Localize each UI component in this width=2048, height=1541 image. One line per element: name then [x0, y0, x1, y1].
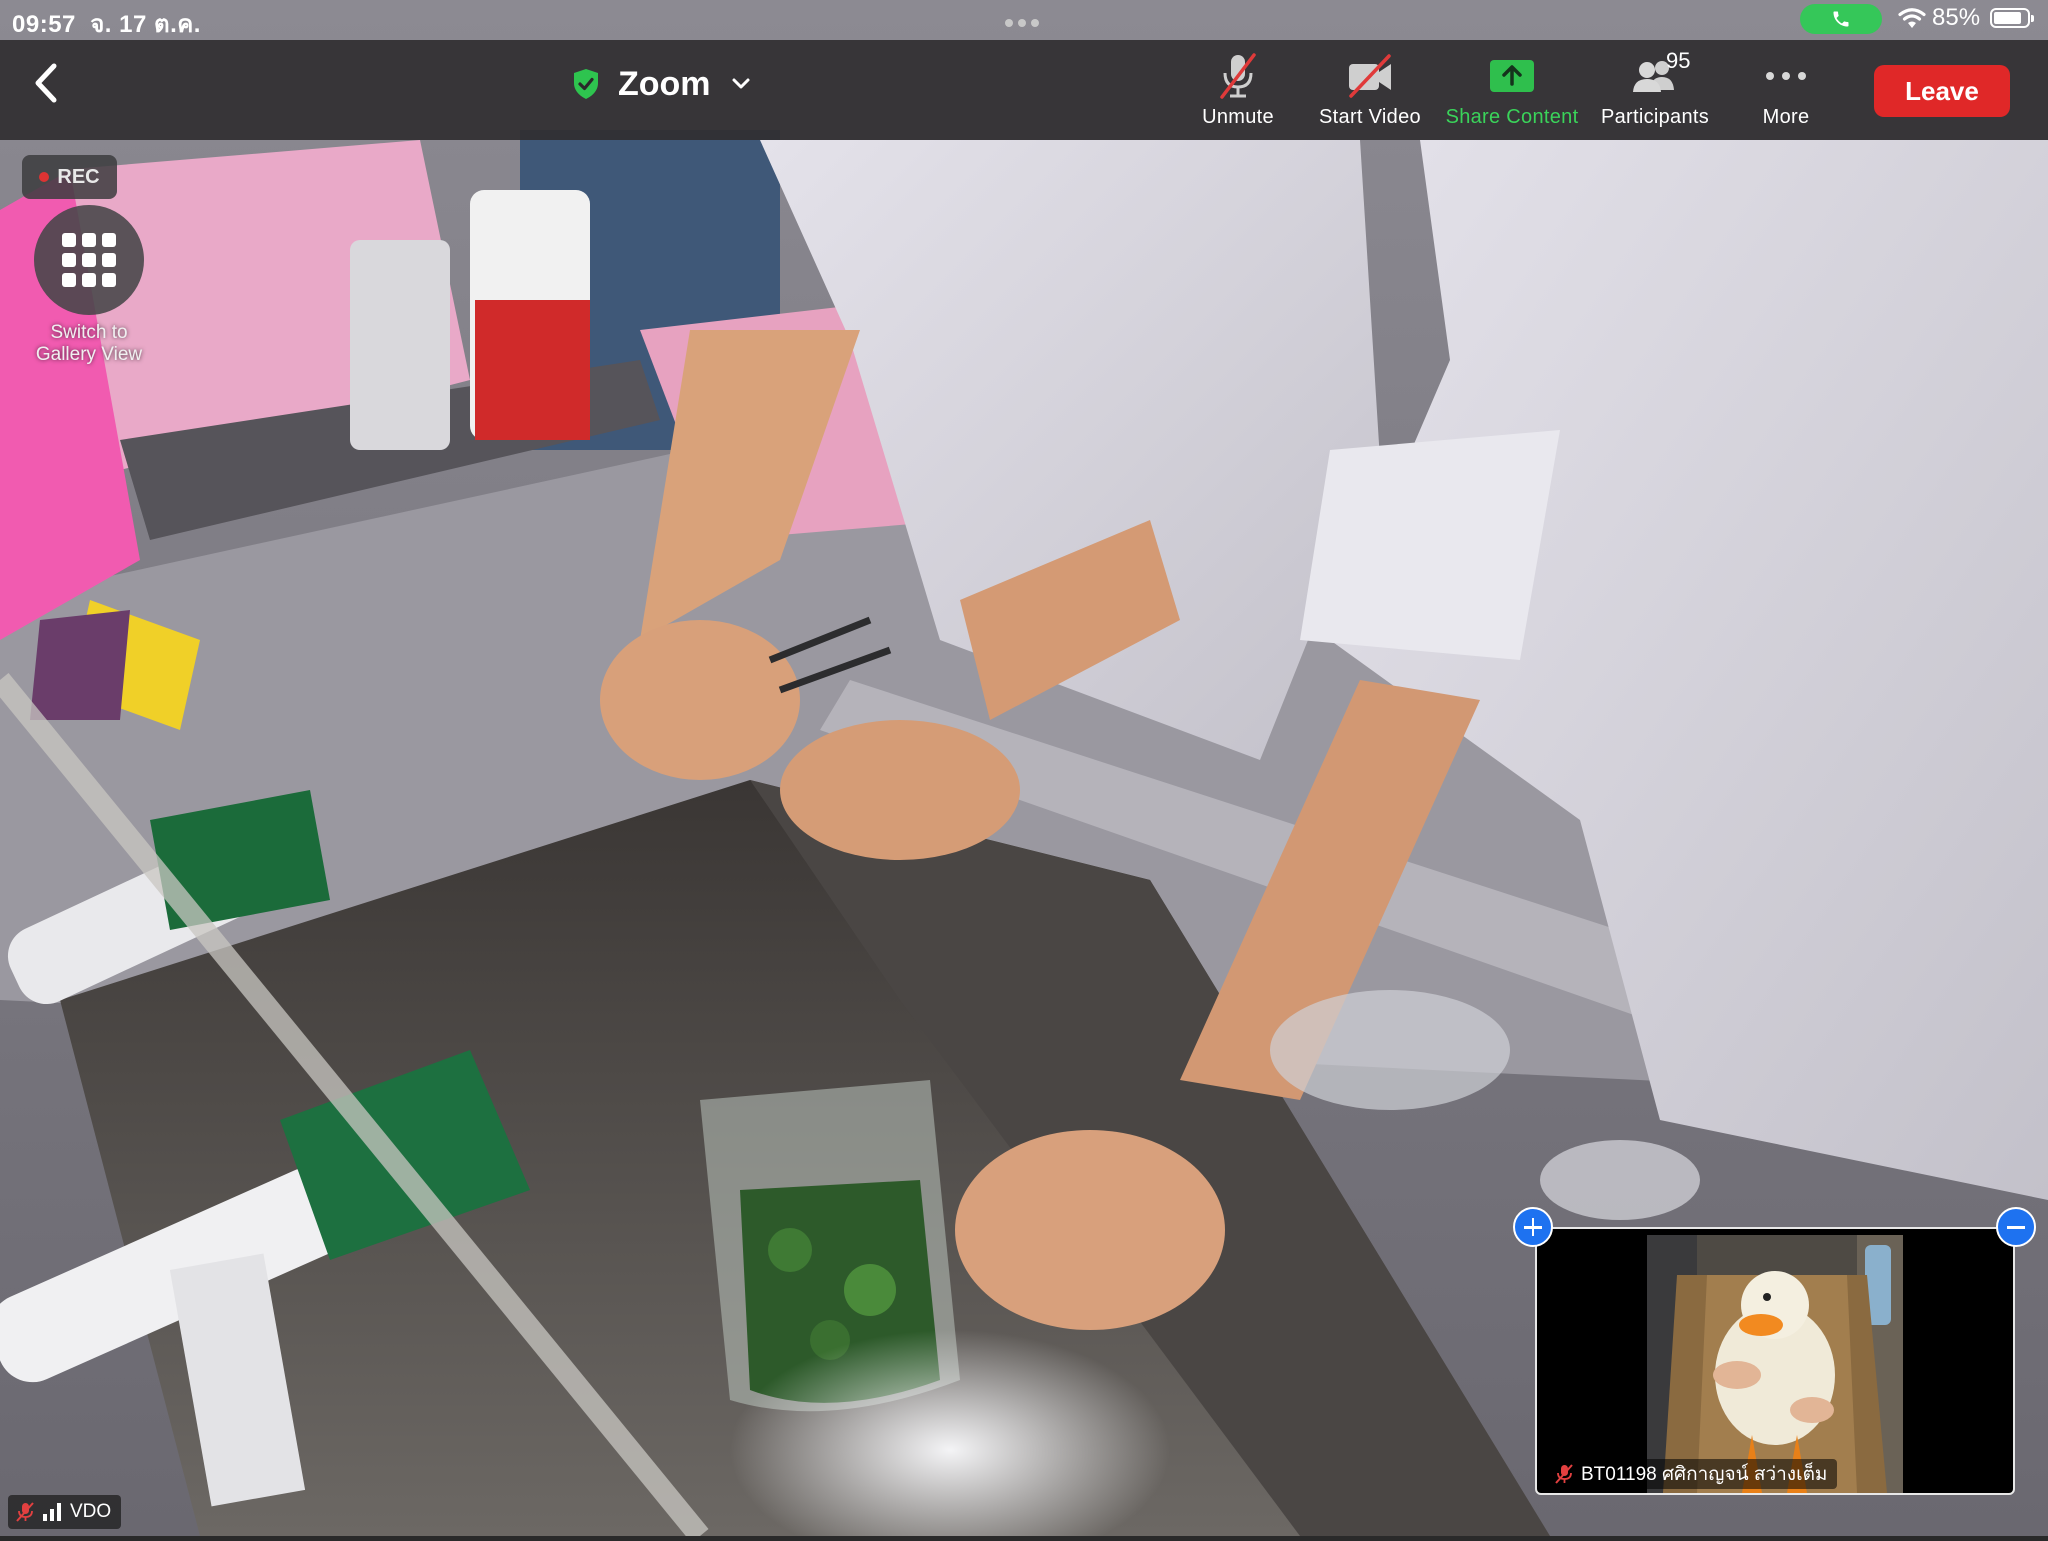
share-content-label: Share Content — [1445, 106, 1579, 128]
signal-strength-icon — [43, 1503, 61, 1521]
start-video-button[interactable]: Start Video — [1312, 50, 1428, 136]
meeting-title: Zoom — [618, 64, 711, 103]
meeting-title-dropdown[interactable]: Zoom — [572, 62, 751, 106]
participants-label: Participants — [1600, 106, 1710, 128]
unmute-label: Unmute — [1202, 106, 1274, 128]
gallery-label-line: Switch to — [50, 322, 128, 343]
recording-label: REC — [57, 165, 100, 188]
switch-gallery-view-button[interactable] — [34, 205, 144, 315]
status-bar: 09:57 จ. 17 ต.ค. 85% — [0, 0, 2048, 40]
status-date: จ. 17 ต.ค. — [90, 11, 201, 38]
battery-level — [1994, 12, 2021, 24]
share-content-button[interactable]: Share Content — [1440, 50, 1584, 136]
minimize-thumbnail-button[interactable] — [1996, 1207, 2036, 1247]
shield-check-icon — [574, 69, 598, 99]
more-label: More — [1762, 106, 1810, 128]
recording-badge: REC — [22, 155, 117, 199]
self-view-frame — [1647, 1235, 1903, 1493]
more-dots-icon — [1766, 72, 1806, 80]
gallery-label-line: Gallery View — [35, 344, 143, 365]
chevron-down-icon — [732, 78, 750, 89]
microphone-muted-icon — [1220, 53, 1256, 99]
self-view-thumbnail[interactable]: BT01198 ศศิกาญจน์ สว่างเต็ม — [1535, 1227, 2015, 1495]
self-view-name-tag: BT01198 ศศิกาญจน์ สว่างเต็ม — [1547, 1459, 1838, 1489]
record-dot-icon — [39, 172, 50, 182]
self-view-name: BT01198 ศศิกาญจน์ สว่างเต็ม — [1581, 1464, 1828, 1485]
speaker-name-tag: VDO — [8, 1495, 122, 1529]
microphone-muted-icon — [1555, 1464, 1573, 1484]
switch-gallery-view-label: Switch to Gallery View — [10, 322, 168, 366]
battery-icon — [1990, 8, 2034, 28]
self-view-video — [1647, 1235, 1903, 1493]
more-button[interactable]: More — [1746, 50, 1826, 136]
leave-button[interactable]: Leave — [1874, 65, 2010, 117]
grid-icon — [62, 233, 116, 287]
back-button[interactable] — [22, 58, 72, 108]
phone-icon — [1833, 11, 1849, 27]
participants-count: 95 — [1666, 48, 1691, 73]
wifi-icon — [1898, 8, 1926, 28]
active-call-indicator[interactable] — [1800, 4, 1882, 34]
speaker-name: VDO — [70, 1501, 112, 1522]
video-camera-off-icon — [1349, 54, 1391, 98]
meeting-toolbar: Zoom Unmute Start Video Share Content 95… — [0, 40, 2048, 140]
start-video-label: Start Video — [1319, 106, 1421, 128]
battery-percent: 85% — [1932, 4, 1981, 31]
share-screen-icon — [1490, 60, 1534, 92]
microphone-muted-icon — [16, 1502, 34, 1522]
status-time: 09:57 จ. 17 ต.ค. — [12, 11, 201, 38]
multitasking-dots-icon[interactable] — [1002, 14, 1041, 32]
participants-button[interactable]: 95 Participants — [1594, 48, 1716, 136]
unmute-button[interactable]: Unmute — [1190, 50, 1286, 136]
expand-thumbnail-button[interactable] — [1513, 1207, 1553, 1247]
chevron-left-icon — [35, 63, 57, 103]
